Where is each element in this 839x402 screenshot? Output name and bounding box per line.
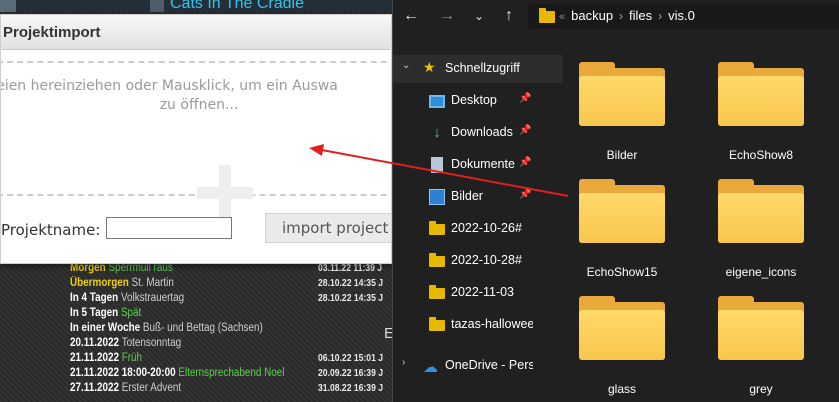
folder-item[interactable]: EchoShow15 [577,169,697,279]
document-icon [431,157,443,173]
folder-icon [579,296,665,360]
nav-item-desktop[interactable]: Desktop 📌 [393,87,563,115]
nav-item-folder[interactable]: 2022-11-03 [393,279,563,307]
nav-item-onedrive[interactable]: › ☁ OneDrive - Perso [393,352,563,380]
nav-item-folder[interactable]: tazas-halloween [393,311,563,339]
nav-item-quick-access[interactable]: ⌄ ★ Schnellzugriff [393,55,563,83]
nav-item-downloads[interactable]: ↓ Downloads 📌 [393,119,563,147]
album-thumbnail-small [150,0,164,12]
plus-icon [197,165,253,221]
pin-icon: 📌 [519,189,532,200]
chevron-down-icon[interactable]: ⌄ [467,4,491,28]
pin-icon: 📌 [519,125,532,136]
folder-item[interactable]: EchoShow8 [716,52,836,162]
event-row: Übermorgen St. Martin [70,277,174,289]
nav-item-folder[interactable]: 2022-10-28# [393,247,563,275]
desktop-icon [429,95,445,108]
explorer-toolbar: ← → ⌄ ↑ «backup › files › vis.0 [393,0,839,33]
nav-item-documents[interactable]: Dokumente 📌 [393,151,563,179]
folder-item[interactable]: grey [716,286,836,396]
folder-icon [429,285,445,299]
project-import-dialog: Projektimport ateien hereinziehen oder M… [0,14,392,264]
up-arrow-icon[interactable]: ↑ [497,4,521,28]
folder-icon [539,8,555,23]
song-title: Cats In The Cradle [170,0,304,12]
back-arrow-icon[interactable]: ← [399,4,423,28]
file-dropzone[interactable]: ateien hereinziehen oder Mausklick, um e… [0,61,391,221]
file-explorer-window: ← → ⌄ ↑ «backup › files › vis.0 ⌄ ★ Schnellz… [392,0,839,402]
pictures-icon [429,189,445,205]
navigation-pane: ⌄ ★ Schnellzugriff Desktop 📌 ↓ Downloads… [393,52,563,402]
breadcrumb-item[interactable]: backup [571,8,613,23]
folder-icon [579,62,665,126]
chevron-right-icon[interactable]: › [402,357,405,368]
nav-item-pictures[interactable]: Bilder 📌 [393,183,563,211]
folder-icon [429,221,445,235]
folder-icon [718,179,804,243]
breadcrumb-item[interactable]: files [629,8,652,23]
event-row: In einer Woche Buß- und Bettag (Sachsen) [70,322,263,334]
folder-icon [718,62,804,126]
event-row: 21.11.2022 Früh [70,352,143,364]
event-date: 20.09.22 16:39 J [318,368,384,379]
event-date: 28.10.22 14:35 J [318,293,384,304]
project-name-label: Projektname: [1,221,101,239]
star-icon: ★ [423,59,436,75]
cloud-icon: ☁ [423,359,438,376]
album-thumbnail [0,0,16,12]
event-date: 06.10.22 15:01 J [318,353,384,364]
dropzone-text: ateien hereinziehen oder Mausklick, um e… [0,78,338,113]
event-row: 20.11.2022 Totensonntag [70,337,182,349]
nav-item-folder[interactable]: 2022-10-26# [393,215,563,243]
event-date: 03.11.22 11:39 J [318,263,383,274]
import-project-button[interactable]: import project [265,213,391,243]
forward-arrow-icon[interactable]: → [435,4,459,28]
event-row: In 4 Tagen Volkstrauertag [70,292,185,304]
event-date: 31.08.22 16:39 J [318,383,384,394]
folder-icon [579,179,665,243]
folder-icon [429,317,445,331]
event-row: 21.11.2022 18:00-20:00 Elternsprechabend… [70,367,285,379]
breadcrumb: «backup › files › vis.0 [559,8,695,23]
folder-item[interactable]: glass [577,286,697,396]
folder-icon [429,253,445,267]
folder-icon [718,296,804,360]
folder-item[interactable]: eigene_icons [716,169,836,279]
pin-icon: 📌 [519,157,532,168]
download-icon: ↓ [433,124,441,141]
chevron-down-icon[interactable]: ⌄ [402,60,410,71]
folder-item[interactable]: Bilder [577,52,697,162]
project-name-input[interactable] [106,217,232,239]
event-row: 27.11.2022 Erster Advent [70,382,182,394]
event-date: 28.10.22 14:35 J [318,278,384,289]
breadcrumb-item[interactable]: vis.0 [668,8,695,23]
media-player-strip: Cats In The Cradle [0,0,392,12]
pin-icon: 📌 [519,93,532,104]
dialog-title: Projektimport [3,24,101,41]
event-row: In 5 Tagen Spät [70,307,142,319]
folder-content-grid: Bilder EchoShow8 EchoShow15 eigene_icons… [573,52,839,402]
dialog-header[interactable]: Projektimport [1,15,391,50]
address-bar[interactable]: «backup › files › vis.0 [528,4,839,29]
